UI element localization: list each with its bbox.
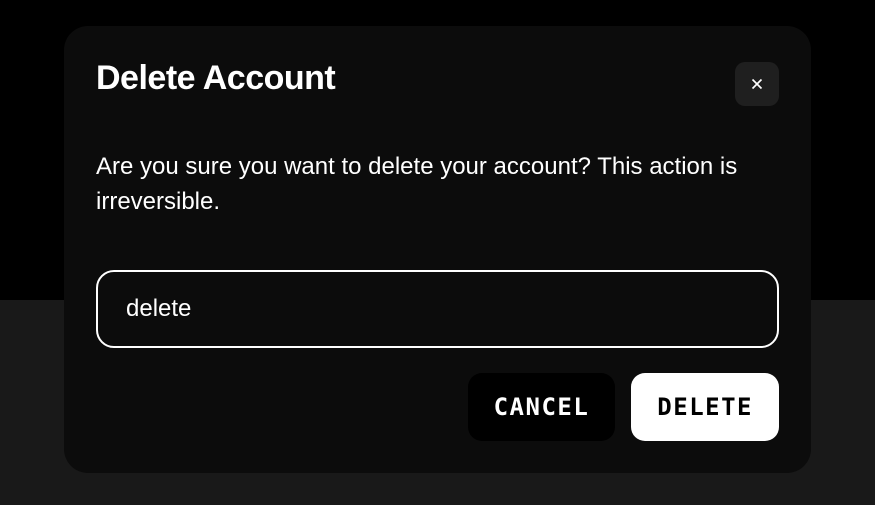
close-button[interactable] <box>735 62 779 106</box>
modal-header: Delete Account <box>96 60 779 106</box>
cancel-button[interactable]: CANCEL <box>468 373 616 441</box>
modal-message: Are you sure you want to delete your acc… <box>96 150 779 220</box>
delete-button[interactable]: DELETE <box>631 373 779 441</box>
confirm-input[interactable] <box>96 270 779 348</box>
modal-footer: CANCEL DELETE <box>96 353 779 441</box>
delete-account-modal: Delete Account Are you sure you want to … <box>64 26 811 473</box>
modal-title: Delete Account <box>96 60 335 97</box>
close-icon <box>748 75 766 93</box>
